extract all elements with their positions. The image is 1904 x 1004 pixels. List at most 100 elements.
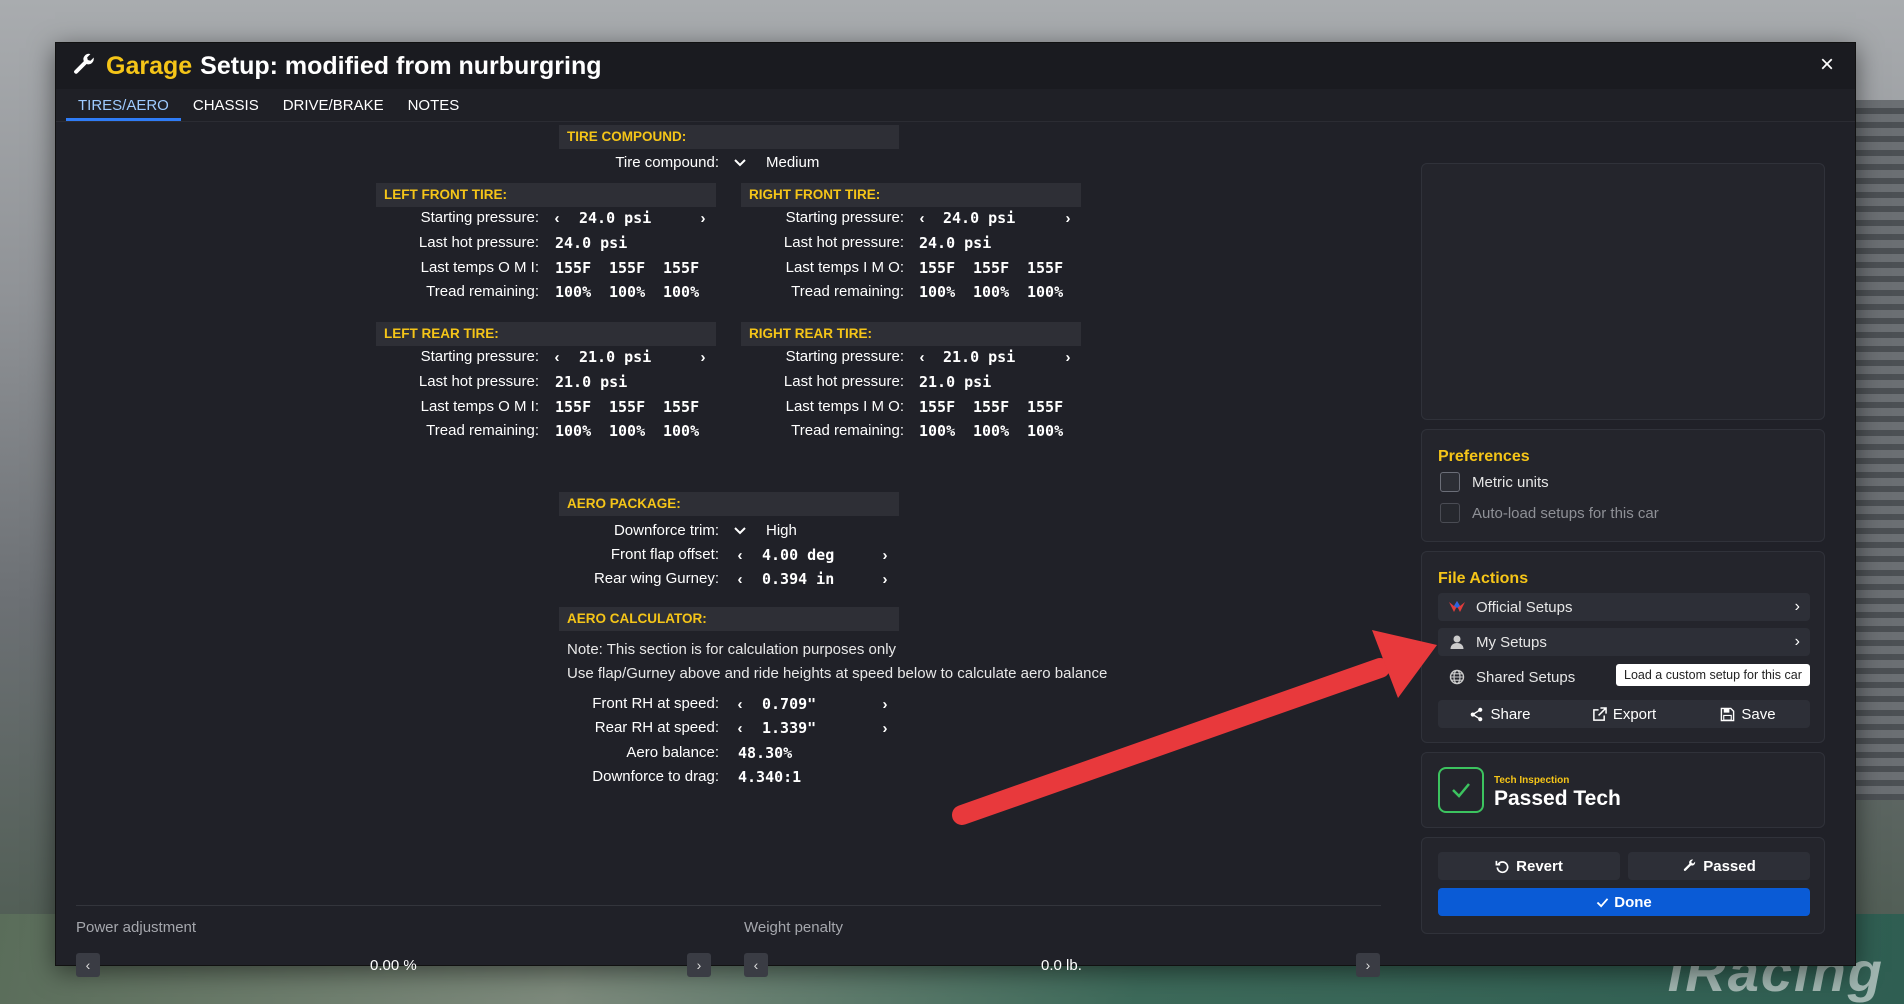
- rf-temps-label: Last temps I M O:: [785, 259, 904, 276]
- rear-rh-label: Rear RH at speed:: [594, 719, 719, 736]
- share-button[interactable]: Share: [1438, 700, 1562, 728]
- rf-tread-o: 100%: [1027, 283, 1064, 301]
- export-label: Export: [1612, 705, 1657, 723]
- aero-balance-value: 48.30%: [738, 744, 793, 762]
- rf-pressure-increase-icon[interactable]: ›: [1060, 209, 1076, 227]
- tire-compound-dropdown-icon[interactable]: [732, 154, 748, 172]
- section-aero-package: AERO PACKAGE:: [559, 492, 899, 516]
- lf-starting-pressure-value: 24.0 psi: [579, 209, 652, 227]
- passed-button[interactable]: Passed: [1628, 852, 1810, 880]
- tech-inspection-status: Passed Tech: [1494, 787, 1621, 810]
- metric-units-label: Metric units: [1472, 473, 1549, 491]
- lr-last-hot-value: 21.0 psi: [555, 373, 628, 391]
- tab-notes[interactable]: NOTES: [396, 97, 472, 121]
- weight-decrease-button[interactable]: ‹: [744, 953, 768, 977]
- chevron-right-icon: ›: [1794, 633, 1800, 650]
- weight-penalty-label: Weight penalty: [744, 919, 843, 936]
- lf-tread-i: 100%: [663, 283, 700, 301]
- metric-units-checkbox[interactable]: Metric units: [1440, 472, 1549, 492]
- done-button[interactable]: Done: [1438, 888, 1810, 916]
- lf-temp-i: 155F: [663, 259, 700, 277]
- revert-label: Revert: [1516, 857, 1563, 875]
- chevron-right-icon: ›: [1794, 598, 1800, 615]
- rr-pressure-decrease-icon[interactable]: ‹: [914, 348, 930, 366]
- rear-rh-increase-icon[interactable]: ›: [877, 719, 893, 737]
- export-button[interactable]: Export: [1562, 700, 1686, 728]
- aero-balance-label: Aero balance:: [626, 744, 719, 761]
- rear-rh-value: 1.339": [762, 719, 817, 737]
- tech-inspection-caption: Tech Inspection: [1494, 775, 1570, 786]
- floppy-disk-icon: [1720, 707, 1735, 722]
- share-label: Share: [1490, 705, 1531, 723]
- globe-icon: [1448, 668, 1466, 686]
- lf-temps-label: Last temps O M I:: [420, 259, 539, 276]
- lr-tread-o: 100%: [555, 422, 592, 440]
- rr-last-hot-label: Last hot pressure:: [783, 373, 904, 390]
- front-flap-value: 4.00 deg: [762, 546, 835, 564]
- autoload-checkbox[interactable]: Auto-load setups for this car: [1440, 503, 1659, 523]
- rr-tread-i: 100%: [919, 422, 956, 440]
- front-flap-label: Front flap offset:: [610, 546, 719, 563]
- lr-tread-label: Tread remaining:: [426, 422, 539, 439]
- power-increase-button[interactable]: ›: [687, 953, 711, 977]
- lr-tread-i: 100%: [663, 422, 700, 440]
- tab-tires-aero[interactable]: TIRES/AERO: [66, 97, 181, 121]
- preferences-title: Preferences: [1438, 448, 1530, 465]
- rf-starting-pressure-value: 24.0 psi: [943, 209, 1016, 227]
- lf-temp-o: 155F: [555, 259, 592, 277]
- save-button[interactable]: Save: [1686, 700, 1810, 728]
- title-bar: Garage Setup: modified from nurburgring …: [56, 43, 1855, 89]
- front-rh-decrease-icon[interactable]: ‹: [732, 695, 748, 713]
- file-actions-panel: File Actions Official Setups › My Setups…: [1421, 551, 1825, 743]
- downforce-trim-value[interactable]: High: [766, 522, 797, 539]
- tab-drive-brake[interactable]: DRIVE/BRAKE: [271, 97, 396, 121]
- lr-pressure-increase-icon[interactable]: ›: [695, 348, 711, 366]
- rear-gurney-decrease-icon[interactable]: ‹: [732, 570, 748, 588]
- rf-tread-m: 100%: [973, 283, 1010, 301]
- autoload-box[interactable]: [1440, 503, 1460, 523]
- rf-pressure-decrease-icon[interactable]: ‹: [914, 209, 930, 227]
- rf-tread-label: Tread remaining:: [791, 283, 904, 300]
- lr-pressure-decrease-icon[interactable]: ‹: [549, 348, 565, 366]
- official-setups-button[interactable]: Official Setups ›: [1438, 593, 1810, 621]
- tab-chassis[interactable]: CHASSIS: [181, 97, 271, 121]
- revert-button[interactable]: Revert: [1438, 852, 1620, 880]
- rr-pressure-increase-icon[interactable]: ›: [1060, 348, 1076, 366]
- setup-main-area: TIRE COMPOUND: Tire compound: Medium LEF…: [56, 121, 1396, 977]
- lf-pressure-decrease-icon[interactable]: ‹: [549, 209, 565, 227]
- rr-temp-i: 155F: [919, 398, 956, 416]
- file-actions-title: File Actions: [1438, 570, 1529, 587]
- garage-window: Garage Setup: modified from nurburgring …: [55, 42, 1856, 977]
- rr-starting-pressure-label: Starting pressure:: [785, 348, 904, 365]
- close-icon[interactable]: ×: [1813, 51, 1841, 79]
- metric-units-box[interactable]: [1440, 472, 1460, 492]
- section-aero-calculator: AERO CALCULATOR:: [559, 607, 899, 631]
- rf-temp-m: 155F: [973, 259, 1010, 277]
- tire-compound-value[interactable]: Medium: [766, 154, 819, 171]
- tire-compound-label: Tire compound:: [615, 154, 719, 171]
- check-icon: [1438, 767, 1484, 813]
- checkmark-icon: [1596, 897, 1609, 908]
- rear-rh-decrease-icon[interactable]: ‹: [732, 719, 748, 737]
- rf-temp-o: 155F: [1027, 259, 1064, 277]
- lf-pressure-increase-icon[interactable]: ›: [695, 209, 711, 227]
- rear-gurney-increase-icon[interactable]: ›: [877, 570, 893, 588]
- section-left-front-tire: LEFT FRONT TIRE:: [376, 183, 716, 207]
- weight-increase-button[interactable]: ›: [1356, 953, 1380, 977]
- lr-temp-i: 155F: [663, 398, 700, 416]
- rf-last-hot-value: 24.0 psi: [919, 234, 992, 252]
- wrench-icon: [70, 52, 98, 80]
- front-flap-decrease-icon[interactable]: ‹: [732, 546, 748, 564]
- my-setups-label: My Setups: [1476, 633, 1547, 651]
- front-rh-increase-icon[interactable]: ›: [877, 695, 893, 713]
- my-setups-button[interactable]: My Setups ›: [1438, 628, 1810, 656]
- downforce-trim-dropdown-icon[interactable]: [732, 522, 748, 540]
- lf-tread-m: 100%: [609, 283, 646, 301]
- rr-last-hot-value: 21.0 psi: [919, 373, 992, 391]
- rr-tread-m: 100%: [973, 422, 1010, 440]
- rr-temps-label: Last temps I M O:: [785, 398, 904, 415]
- front-flap-increase-icon[interactable]: ›: [877, 546, 893, 564]
- power-decrease-button[interactable]: ‹: [76, 953, 100, 977]
- downforce-trim-label: Downforce trim:: [613, 522, 719, 539]
- passed-label: Passed: [1703, 857, 1756, 875]
